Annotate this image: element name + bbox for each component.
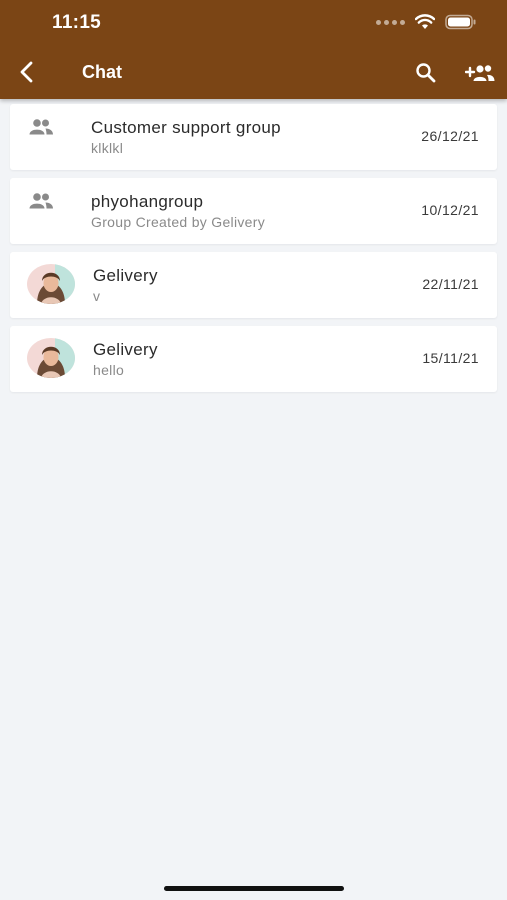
avatar <box>27 338 75 378</box>
back-button[interactable] <box>14 58 40 86</box>
chat-name: Customer support group <box>91 118 281 137</box>
chat-preview: klklkl <box>91 140 124 156</box>
status-time: 11:15 <box>52 12 102 33</box>
group-add-icon[interactable] <box>465 61 495 85</box>
home-indicator[interactable] <box>164 886 344 891</box>
cellular-signal-icon <box>376 19 405 25</box>
chat-name: Gelivery <box>93 266 158 285</box>
page-title: Chat <box>82 62 122 82</box>
chat-preview: hello <box>93 362 125 378</box>
chat-preview: Group Created by Gelivery <box>91 214 266 230</box>
chat-list-item[interactable]: Gelivery hello 15/11/21 <box>10 326 497 392</box>
battery-icon <box>445 14 476 30</box>
avatar <box>27 264 75 304</box>
chat-list-item[interactable]: Customer support group klklkl 26/12/21 <box>10 104 497 170</box>
chat-list: Customer support group klklkl 26/12/21 p… <box>10 104 497 400</box>
search-icon[interactable] <box>414 61 438 85</box>
chat-date: 26/12/21 <box>421 128 479 144</box>
wifi-icon <box>415 14 435 29</box>
chat-date: 10/12/21 <box>421 202 479 218</box>
chat-name: phyohangroup <box>91 192 204 211</box>
chat-list-item[interactable]: Gelivery v 22/11/21 <box>10 252 497 318</box>
chat-list-item[interactable]: phyohangroup Group Created by Gelivery 1… <box>10 178 497 244</box>
group-icon <box>29 193 53 209</box>
group-icon <box>29 119 53 135</box>
chat-preview: v <box>93 288 101 304</box>
status-indicators <box>376 14 477 30</box>
chat-screen: 11:15 Chat Customer support group klklkl… <box>0 0 507 900</box>
chat-name: Gelivery <box>93 340 158 359</box>
header: 11:15 Chat <box>0 0 507 99</box>
chat-date: 15/11/21 <box>422 350 479 366</box>
chat-date: 22/11/21 <box>422 276 479 292</box>
